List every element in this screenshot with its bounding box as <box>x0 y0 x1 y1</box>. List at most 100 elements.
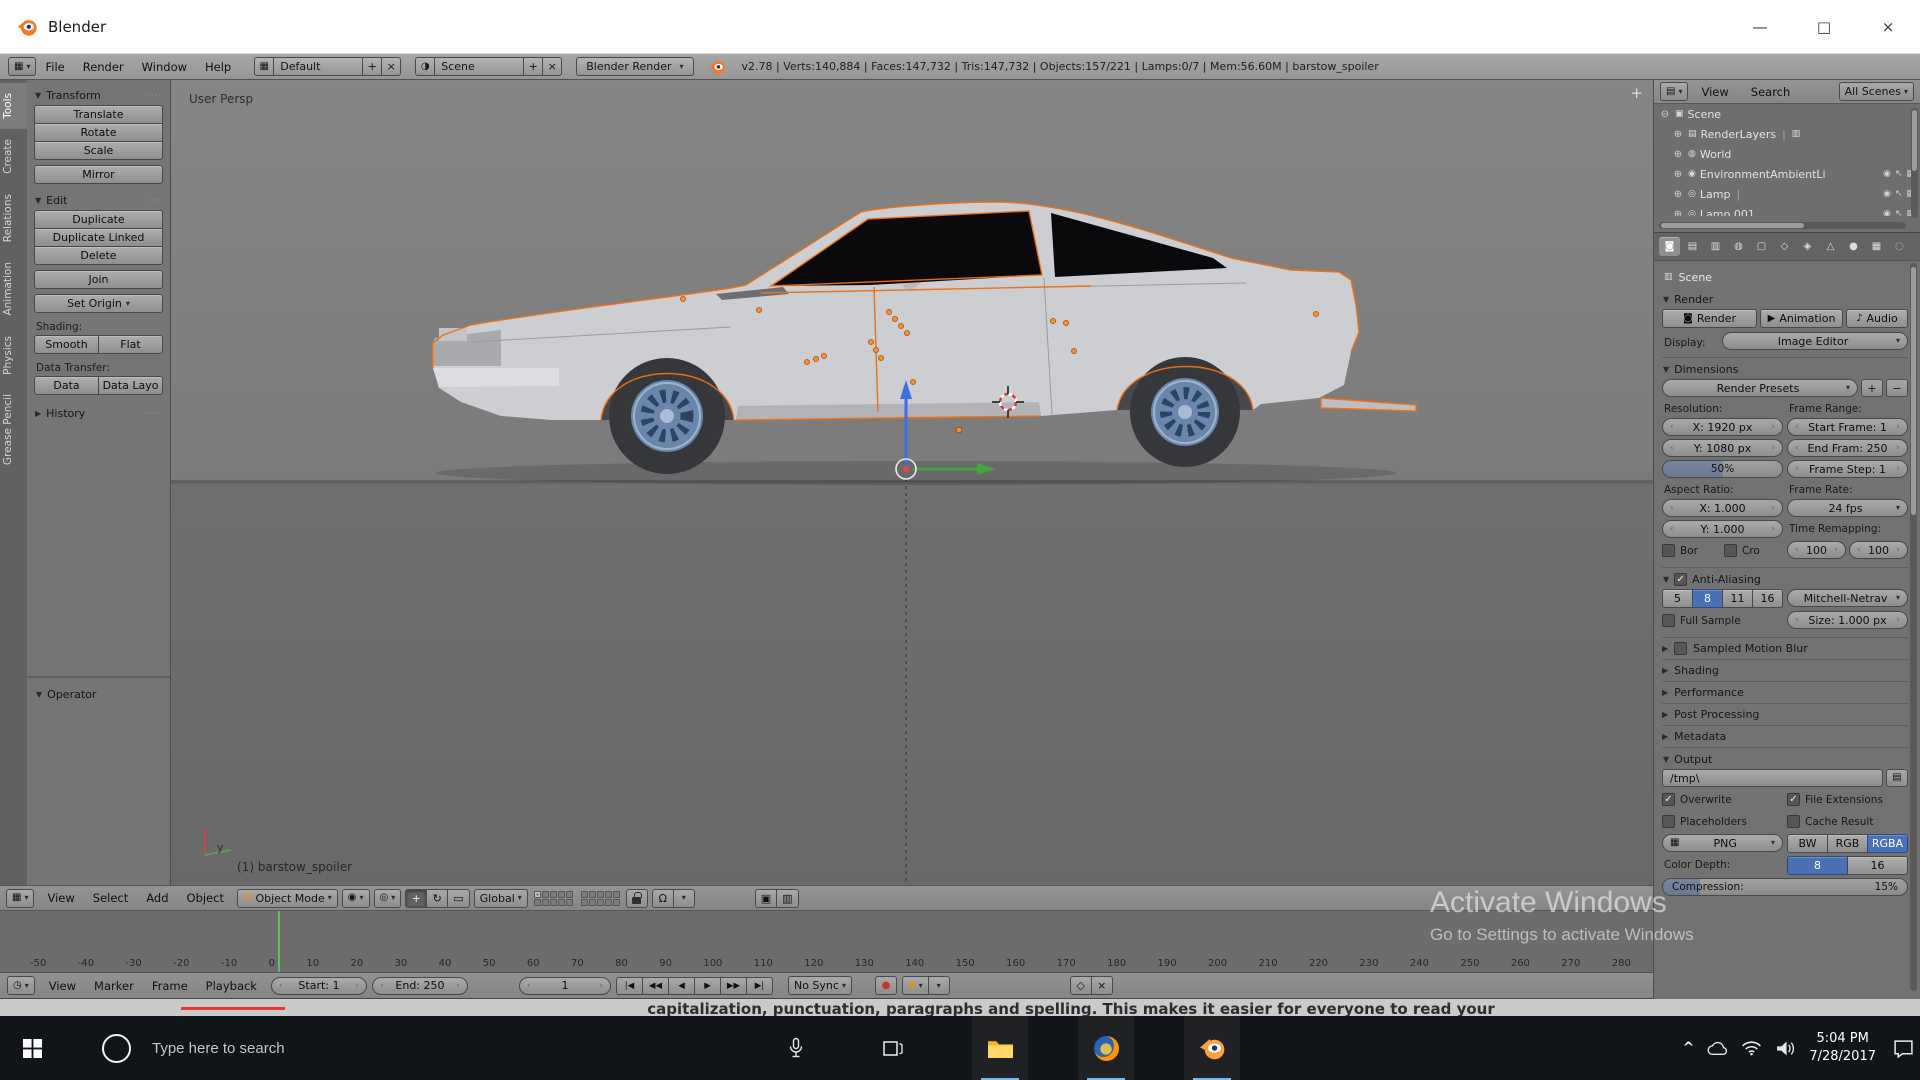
file-explorer-button[interactable] <box>972 1016 1028 1080</box>
start-button[interactable] <box>4 1016 60 1080</box>
blender-taskbar-button[interactable] <box>1184 1016 1240 1080</box>
menu-item[interactable]: Playback <box>197 979 266 993</box>
frame-step-field[interactable]: ‹Frame Step: 1› <box>1787 460 1908 478</box>
overwrite-checkbox[interactable]: ✓ <box>1662 793 1675 806</box>
layout-add-button[interactable]: + <box>362 57 382 76</box>
post-processing-panel-header[interactable]: ▶ Post Processing <box>1662 703 1908 725</box>
remap-old-field[interactable]: ‹100› <box>1787 541 1846 559</box>
outliner-row-scene[interactable]: ⊖ ▣ Scene <box>1654 104 1920 124</box>
volume-icon[interactable] <box>1775 1040 1796 1057</box>
tab-constraints-icon[interactable]: ◇ <box>1774 237 1795 256</box>
aspect-y-field[interactable]: ‹Y: 1.000› <box>1662 520 1783 538</box>
menu-item[interactable]: Help <box>196 60 240 74</box>
taskbar-clock[interactable]: 5:04 PM 7/28/2017 <box>1809 1030 1876 1065</box>
duplicate-button[interactable]: Duplicate <box>34 210 163 229</box>
outliner-horizontal-scrollbar[interactable] <box>1659 222 1906 229</box>
full-sample-checkbox[interactable] <box>1662 614 1675 627</box>
tab-object-icon[interactable]: ▢ <box>1751 237 1772 256</box>
expand-icon[interactable]: ⊕ <box>1672 129 1684 140</box>
tab-physics[interactable]: Physics <box>0 326 27 385</box>
scene-name-field[interactable]: Scene <box>434 57 524 76</box>
output-panel-header[interactable]: ▼ Output <box>1662 749 1908 769</box>
data-button[interactable]: Data <box>34 376 99 395</box>
editor-type-button[interactable]: ▦▾ <box>8 57 36 76</box>
menu-item[interactable]: Search <box>1742 85 1800 99</box>
maximize-button[interactable]: □ <box>1792 0 1856 53</box>
menu-item[interactable]: Window <box>133 60 196 74</box>
tab-relations[interactable]: Relations <box>0 184 27 252</box>
transport-button[interactable]: |◀ <box>616 977 643 995</box>
sync-mode-dropdown[interactable]: No Sync▾ <box>788 976 852 995</box>
dictation-button[interactable] <box>768 1016 824 1080</box>
menu-item[interactable]: View <box>1692 85 1737 99</box>
layout-browse-button[interactable]: ▦ <box>254 57 274 76</box>
rotate-button[interactable]: Rotate <box>34 123 163 142</box>
3d-viewport[interactable]: User Persp y (1) barstow_spoiler + <box>171 80 1653 885</box>
remap-new-field[interactable]: ‹100› <box>1849 541 1908 559</box>
performance-panel-header[interactable]: ▶ Performance <box>1662 681 1908 703</box>
crop-checkbox[interactable] <box>1724 544 1737 557</box>
scale-manipulator-button[interactable]: ▭ <box>447 889 469 908</box>
tab-scene-icon[interactable]: ▥ <box>1705 237 1726 256</box>
motion-blur-checkbox[interactable] <box>1674 642 1687 655</box>
file-format-dropdown[interactable]: ▦ PNG▾ <box>1662 834 1783 852</box>
scene-add-button[interactable]: + <box>523 57 543 76</box>
border-checkbox[interactable] <box>1662 544 1675 557</box>
render-animation-button[interactable]: ▶ Animation <box>1760 309 1843 328</box>
transform-orientation-dropdown[interactable]: Global▾ <box>474 889 528 908</box>
tray-chevron-icon[interactable]: ^ <box>1683 1040 1695 1056</box>
outliner-editor-type-button[interactable]: ▤▾ <box>1660 82 1688 101</box>
timeline-ruler[interactable]: -50-40-30-20-100102030405060708090100110… <box>0 911 1653 973</box>
scene-browse-button[interactable]: ◑ <box>415 57 435 76</box>
scene-delete-button[interactable]: × <box>542 57 562 76</box>
flat-button[interactable]: Flat <box>98 335 163 354</box>
layout-delete-button[interactable]: × <box>381 57 401 76</box>
transport-button[interactable]: ▶| <box>746 977 773 995</box>
menu-item[interactable]: Add <box>137 891 177 905</box>
visibility-eye-icon[interactable]: ◉ <box>1883 209 1891 216</box>
current-frame-field[interactable]: ‹1› <box>519 977 611 995</box>
viewport-editor-type-button[interactable]: ▦▾ <box>6 889 34 908</box>
tab-texture-icon[interactable]: ▦ <box>1866 237 1887 256</box>
resolution-percentage-slider[interactable]: 50% <box>1662 460 1783 478</box>
start-frame-field[interactable]: ‹Start: 1› <box>271 977 367 995</box>
pivot-point-dropdown[interactable]: ◎▾ <box>374 889 402 908</box>
menu-item[interactable]: Render <box>74 60 133 74</box>
outliner-scope-dropdown[interactable]: All Scenes▾ <box>1839 82 1914 101</box>
taskbar-search-input[interactable] <box>152 1016 432 1080</box>
mode-dropdown[interactable]: ▧ Object Mode▾ <box>237 889 338 908</box>
selectable-icon[interactable]: ↖ <box>1895 209 1903 216</box>
layout-name-field[interactable]: Default <box>273 57 363 76</box>
expand-icon[interactable]: ⊕ <box>1672 209 1684 217</box>
close-button[interactable]: × <box>1856 0 1920 53</box>
data-layout-button[interactable]: Data Layo <box>98 376 163 395</box>
menu-item[interactable]: Select <box>84 891 137 905</box>
preset-remove-button[interactable]: − <box>1886 379 1908 397</box>
duplicate-linked-button[interactable]: Duplicate Linked <box>34 228 163 247</box>
expand-icon[interactable]: ⊕ <box>1672 149 1684 160</box>
end-frame-field[interactable]: ‹End: 250› <box>372 977 468 995</box>
sidebar-expand-icon[interactable]: + <box>1630 84 1643 102</box>
resolution-y-field[interactable]: ‹Y: 1080 px› <box>1662 439 1783 457</box>
transport-button[interactable]: ▶▶ <box>720 977 747 995</box>
set-origin-dropdown[interactable]: Set Origin▾ <box>34 294 163 313</box>
file-browse-button[interactable]: ▤ <box>1886 769 1908 787</box>
rotate-manipulator-button[interactable]: ↻ <box>426 889 448 908</box>
color-mode-bw-button[interactable]: BW <box>1787 834 1828 853</box>
menu-item[interactable]: Frame <box>143 979 197 993</box>
outliner-row-lamp-001[interactable]: ⊕ ◎ Lamp.001 ◉↖▦ <box>1654 204 1920 216</box>
tab-material-icon[interactable]: ● <box>1843 237 1864 256</box>
antialiasing-panel-header[interactable]: ▼ ✓ Anti-Aliasing <box>1662 569 1908 589</box>
render-engine-dropdown[interactable]: Blender Render▾ <box>576 57 693 76</box>
properties-vertical-scrollbar[interactable] <box>1910 263 1917 991</box>
task-view-button[interactable] <box>864 1016 920 1080</box>
transport-button[interactable]: ◀ <box>668 977 695 995</box>
menu-item[interactable]: Object <box>178 891 233 905</box>
tab-object-data-icon[interactable]: △ <box>1820 237 1841 256</box>
translate-manipulator-button[interactable]: + <box>405 889 427 908</box>
render-panel-header[interactable]: ▼ Render <box>1662 289 1908 309</box>
tab-tools[interactable]: Tools <box>0 83 27 129</box>
tab-render-layers-icon[interactable]: ▤ <box>1682 237 1703 256</box>
compression-slider[interactable]: Compression: 15% <box>1662 878 1908 896</box>
render-audio-button[interactable]: ♪ Audio <box>1846 309 1908 328</box>
